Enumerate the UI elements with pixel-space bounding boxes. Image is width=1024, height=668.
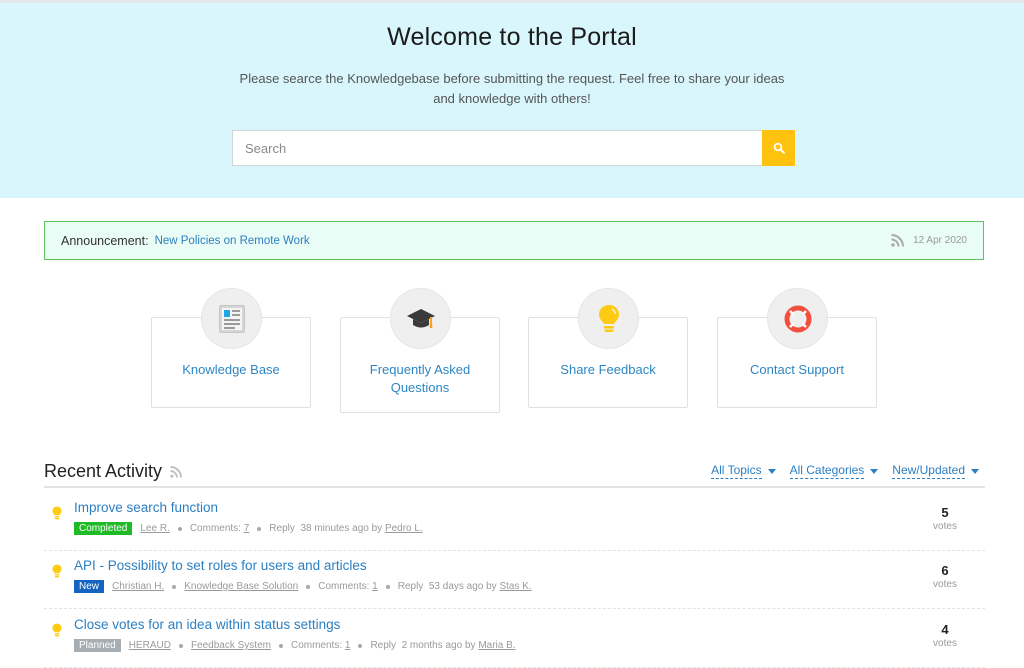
vote-label: votes bbox=[933, 638, 957, 649]
separator-dot bbox=[306, 584, 311, 589]
tile-label: Frequently Asked Questions bbox=[369, 362, 471, 395]
activity-item: Improve search function Completed Lee R.… bbox=[44, 493, 985, 551]
separator-dot bbox=[385, 584, 390, 589]
reply-time: 38 minutes ago by bbox=[300, 523, 383, 534]
reply-label: Reply bbox=[269, 523, 295, 534]
search-input[interactable] bbox=[232, 130, 762, 166]
tile-label: Contact Support bbox=[750, 362, 844, 377]
tile-label: Share Feedback bbox=[560, 362, 656, 377]
recent-activity-title: Recent Activity bbox=[44, 461, 163, 481]
search-icon bbox=[773, 142, 785, 154]
filter-categories-dropdown[interactable]: All Categories bbox=[789, 463, 879, 479]
search-button[interactable] bbox=[762, 130, 795, 166]
separator-dot bbox=[177, 526, 182, 531]
activity-item-title[interactable]: Close votes for an idea within status se… bbox=[74, 617, 340, 632]
lightbulb-icon bbox=[52, 564, 62, 578]
rss-icon[interactable] bbox=[170, 465, 183, 478]
category-link[interactable]: Feedback System bbox=[191, 640, 271, 651]
comments-count-link[interactable]: 7 bbox=[244, 523, 250, 534]
newspaper-icon bbox=[218, 304, 245, 333]
recent-activity-header: Recent Activity All Topics All Categorie… bbox=[44, 459, 985, 488]
filter-label: All Categories bbox=[789, 463, 865, 479]
reply-label: Reply bbox=[370, 640, 397, 651]
status-badge: New bbox=[74, 580, 105, 593]
tile-label: Knowledge Base bbox=[182, 362, 280, 377]
comments-label: Comments: bbox=[318, 581, 370, 592]
caret-down-icon bbox=[767, 468, 776, 474]
vote-number: 5 bbox=[941, 505, 949, 520]
author-link[interactable]: Christian H. bbox=[112, 581, 164, 592]
search-bar bbox=[232, 130, 795, 166]
activity-item: Close votes for an idea within status se… bbox=[44, 610, 985, 668]
lightbulb-icon bbox=[52, 506, 62, 520]
activity-filters: All Topics All Categories New/Updated bbox=[711, 463, 979, 479]
hero-banner: Welcome to the Portal Please searce the … bbox=[0, 3, 1024, 198]
announcement-bar: Announcement: New Policies on Remote Wor… bbox=[44, 221, 984, 260]
tile-icon-circle bbox=[201, 288, 262, 349]
separator-dot bbox=[257, 526, 262, 531]
status-badge: Completed bbox=[74, 522, 133, 535]
reply-time: 53 days ago by bbox=[428, 581, 497, 592]
tile-icon-circle bbox=[767, 288, 828, 349]
announcement-link[interactable]: New Policies on Remote Work bbox=[155, 235, 310, 247]
tile-icon-circle bbox=[390, 288, 451, 349]
tile-share-feedback[interactable]: Share Feedback bbox=[528, 288, 688, 408]
filter-label: All Topics bbox=[711, 463, 762, 479]
comments-label: Comments: bbox=[189, 523, 241, 534]
reply-time: 2 months ago by bbox=[401, 640, 476, 651]
activity-item-meta: Planned HERAUD Feedback System Comments:… bbox=[74, 639, 516, 652]
tile-faq[interactable]: Frequently Asked Questions bbox=[340, 288, 500, 413]
author-link[interactable]: Lee R. bbox=[140, 523, 169, 534]
vote-count: 5 votes bbox=[925, 505, 965, 532]
caret-down-icon bbox=[870, 468, 879, 474]
reply-user-link[interactable]: Stas K. bbox=[499, 581, 531, 592]
hero-subtitle: Please searce the Knowledgebase before s… bbox=[239, 71, 785, 106]
activity-item-title[interactable]: API - Possibility to set roles for users… bbox=[74, 558, 367, 573]
announcement-date: 12 Apr 2020 bbox=[913, 235, 967, 246]
lightbulb-icon bbox=[598, 304, 619, 332]
vote-number: 6 bbox=[941, 563, 949, 578]
category-link[interactable]: Knowledge Base Solution bbox=[184, 581, 298, 592]
reply-user-link[interactable]: Maria B. bbox=[478, 640, 515, 651]
activity-item: API - Possibility to set roles for users… bbox=[44, 551, 985, 609]
separator-dot bbox=[172, 584, 177, 589]
life-ring-icon bbox=[784, 305, 811, 332]
tile-icon-circle bbox=[578, 288, 639, 349]
rss-icon[interactable] bbox=[891, 234, 905, 247]
lightbulb-icon bbox=[52, 623, 62, 637]
status-badge: Planned bbox=[74, 639, 121, 652]
activity-item-meta: New Christian H. Knowledge Base Solution… bbox=[74, 580, 532, 593]
filter-label: New/Updated bbox=[892, 463, 965, 479]
separator-dot bbox=[178, 643, 183, 648]
caret-down-icon bbox=[971, 468, 979, 474]
reply-label: Reply bbox=[397, 581, 424, 592]
vote-number: 4 bbox=[941, 622, 949, 637]
comments-count-link[interactable]: 1 bbox=[372, 581, 378, 592]
separator-dot bbox=[358, 643, 363, 648]
reply-user-link[interactable]: Pedro L. bbox=[385, 523, 423, 534]
vote-label: votes bbox=[933, 579, 957, 590]
filter-topics-dropdown[interactable]: All Topics bbox=[711, 463, 776, 479]
activity-item-title[interactable]: Improve search function bbox=[74, 500, 218, 515]
vote-count: 6 votes bbox=[925, 563, 965, 590]
filter-sort-dropdown[interactable]: New/Updated bbox=[892, 463, 979, 479]
tile-contact-support[interactable]: Contact Support bbox=[717, 288, 877, 408]
activity-item-meta: Completed Lee R. Comments: 7 Reply 38 mi… bbox=[74, 522, 423, 535]
separator-dot bbox=[278, 643, 283, 648]
announcement-label: Announcement: bbox=[61, 233, 149, 248]
vote-count: 4 votes bbox=[925, 622, 965, 649]
graduation-cap-icon bbox=[406, 308, 435, 328]
tile-knowledge-base[interactable]: Knowledge Base bbox=[151, 288, 311, 408]
page-title: Welcome to the Portal bbox=[387, 23, 637, 51]
author-link[interactable]: HERAUD bbox=[129, 640, 171, 651]
comments-count-link[interactable]: 1 bbox=[345, 640, 351, 651]
comments-label: Comments: bbox=[290, 640, 343, 651]
vote-label: votes bbox=[933, 521, 957, 532]
